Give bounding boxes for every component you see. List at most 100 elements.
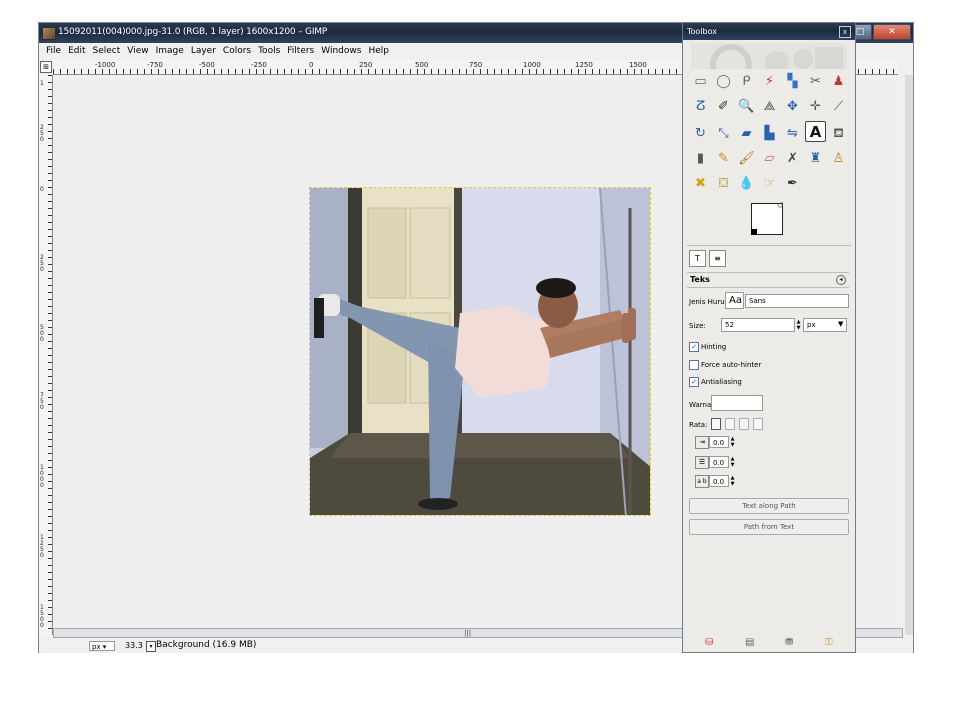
ellipse-select-tool-icon[interactable]: ◯ xyxy=(713,71,734,92)
paintbrush-tool-icon[interactable]: 🖌 xyxy=(736,148,757,169)
align-tool-icon[interactable]: ✛ xyxy=(805,96,826,117)
indent-spinner-icon[interactable]: ▲ ▼ xyxy=(730,436,735,448)
options-menu-icon[interactable]: ◂ xyxy=(836,275,846,285)
ink-tool-icon[interactable]: ♜ xyxy=(805,148,826,169)
crop-tool-icon[interactable]: ⟋ xyxy=(828,96,849,117)
menu-image[interactable]: Image xyxy=(156,44,184,59)
text-color-button[interactable] xyxy=(711,395,763,411)
delete-options-icon[interactable]: ⛃ xyxy=(785,637,793,648)
menu-windows[interactable]: Windows xyxy=(321,44,361,59)
shear-tool-icon[interactable]: ▰ xyxy=(736,123,757,144)
ruler-label: 2 5 0 xyxy=(40,254,44,273)
perspective-tool-icon[interactable]: ▙ xyxy=(759,123,780,144)
toolbox-close-icon[interactable]: x xyxy=(839,26,851,38)
justify-fill-icon[interactable] xyxy=(753,418,763,430)
airbrush-tool-icon[interactable]: ✗ xyxy=(782,148,803,169)
indent-icon: ⇥ xyxy=(695,436,709,449)
perspective-clone-tool-icon[interactable]: ⛋ xyxy=(713,173,734,194)
toolbox-title-bar[interactable]: Toolbox x xyxy=(683,23,855,40)
hinting-checkbox[interactable]: ✓ xyxy=(689,342,699,352)
blend-tool-icon[interactable]: ▮ xyxy=(690,148,711,169)
quick-mask-toggle-icon[interactable]: ⊞ xyxy=(40,61,52,73)
color-select-tool-icon[interactable]: ▚ xyxy=(782,71,803,92)
ruler-label: 2 5 0 xyxy=(40,124,44,143)
menu-tools[interactable]: Tools xyxy=(258,44,280,59)
ruler-label: 0 xyxy=(40,186,44,193)
menu-filters[interactable]: Filters xyxy=(287,44,314,59)
clone-tool-icon[interactable]: ♙ xyxy=(828,148,849,169)
dodge-burn-tool-icon[interactable]: ✒ xyxy=(782,173,803,194)
ruler-label: 1 xyxy=(40,80,44,87)
font-preview-button[interactable]: Aa xyxy=(725,292,744,309)
force-autohinter-checkbox[interactable] xyxy=(689,360,699,370)
size-field[interactable]: 52 xyxy=(721,318,795,332)
ruler-label: -1000 xyxy=(95,61,116,69)
save-options-icon[interactable]: ⛁ xyxy=(705,637,713,648)
paths-tool-icon[interactable]: ⵒ xyxy=(690,96,711,117)
menu-layer[interactable]: Layer xyxy=(191,44,216,59)
window-title: 15092011(004)000.jpg-31.0 (RGB, 1 layer)… xyxy=(58,27,328,37)
vertical-scrollbar[interactable] xyxy=(905,75,913,635)
menu-colors[interactable]: Colors xyxy=(223,44,251,59)
ruler-label: 250 xyxy=(359,61,373,69)
scissors-tool-icon[interactable]: ✂ xyxy=(805,71,826,92)
line-spacing-field[interactable]: 0.0 xyxy=(709,456,729,468)
close-button[interactable]: ✕ xyxy=(873,24,911,40)
path-from-text-button[interactable]: Path from Text xyxy=(689,519,849,535)
text-tool-icon[interactable]: A xyxy=(805,121,826,142)
swap-colors-icon[interactable]: ↺ xyxy=(777,201,784,210)
menu-file[interactable]: File xyxy=(46,44,61,59)
layer-info: Background (16.9 MB) xyxy=(156,640,257,650)
menu-view[interactable]: View xyxy=(127,44,148,59)
menu-help[interactable]: Help xyxy=(368,44,389,59)
vertical-ruler[interactable]: 1 2 5 0 0 2 5 0 5 0 0 7 5 0 1 0 0 0 1 2 … xyxy=(39,75,53,635)
move-tool-icon[interactable]: ✥ xyxy=(782,96,803,117)
line-spacing-spinner-icon[interactable]: ▲ ▼ xyxy=(730,456,735,468)
pencil-tool-icon[interactable]: ✎ xyxy=(713,148,734,169)
justify-left-icon[interactable] xyxy=(711,418,721,430)
hinting-label: Hinting xyxy=(701,343,727,351)
ruler-label: 5 0 0 xyxy=(40,324,44,343)
justify-center-icon[interactable] xyxy=(739,418,749,430)
color-area: ↺ xyxy=(741,201,791,241)
free-select-tool-icon[interactable]: ᑭ xyxy=(736,71,757,92)
foreground-select-tool-icon[interactable]: ♟ xyxy=(828,71,849,92)
chevron-down-icon[interactable]: ▼ xyxy=(838,320,843,328)
toolbox-title: Toolbox xyxy=(687,27,717,36)
rotate-tool-icon[interactable]: ↻ xyxy=(690,123,711,144)
fuzzy-select-tool-icon[interactable]: ⚡ xyxy=(759,71,780,92)
letter-spacing-field[interactable]: 0.0 xyxy=(709,475,729,487)
rect-select-tool-icon[interactable]: ▭ xyxy=(690,71,711,92)
text-along-path-button[interactable]: Text along Path xyxy=(689,498,849,514)
indent-field[interactable]: 0.0 xyxy=(709,436,729,448)
reset-options-icon[interactable]: ⚿ xyxy=(825,637,833,648)
image-layer[interactable] xyxy=(309,187,651,516)
unit-select[interactable]: px ▾ xyxy=(89,641,115,651)
device-status-tab[interactable]: ≡ xyxy=(709,250,726,267)
flip-tool-icon[interactable]: ⇋ xyxy=(782,123,803,144)
color-picker-tool-icon[interactable]: ✐ xyxy=(713,96,734,117)
scale-tool-icon[interactable]: ⤡ xyxy=(713,123,734,144)
restore-options-icon[interactable]: ▤ xyxy=(745,637,754,648)
justify-right-icon[interactable] xyxy=(725,418,735,430)
default-colors-icon[interactable] xyxy=(751,229,757,235)
size-spinner-icon[interactable]: ▲ ▼ xyxy=(796,319,801,331)
zoom-dropdown-icon[interactable]: ▾ xyxy=(146,641,156,652)
menu-edit[interactable]: Edit xyxy=(68,44,85,59)
measure-tool-icon[interactable]: ⟁ xyxy=(759,96,780,117)
antialiasing-checkbox[interactable]: ✓ xyxy=(689,377,699,387)
blur-tool-icon[interactable]: 💧 xyxy=(736,173,757,194)
eraser-tool-icon[interactable]: ▱ xyxy=(759,148,780,169)
bucket-fill-tool-icon[interactable]: ⛾ xyxy=(828,123,849,144)
zoom-tool-icon[interactable]: 🔍 xyxy=(736,96,757,117)
font-field[interactable]: Sans xyxy=(745,294,849,308)
letter-spacing-spinner-icon[interactable]: ▲ ▼ xyxy=(730,475,735,487)
smudge-tool-icon[interactable]: ☞ xyxy=(759,173,780,194)
scroll-grip[interactable]: ||| xyxy=(464,629,471,637)
ruler-ticks xyxy=(48,75,52,635)
tool-options-tab[interactable]: T xyxy=(689,250,706,267)
heal-tool-icon[interactable]: ✖ xyxy=(690,173,711,194)
options-title: Teks xyxy=(690,275,710,284)
menu-select[interactable]: Select xyxy=(93,44,121,59)
photo-person-stretching xyxy=(310,188,650,515)
